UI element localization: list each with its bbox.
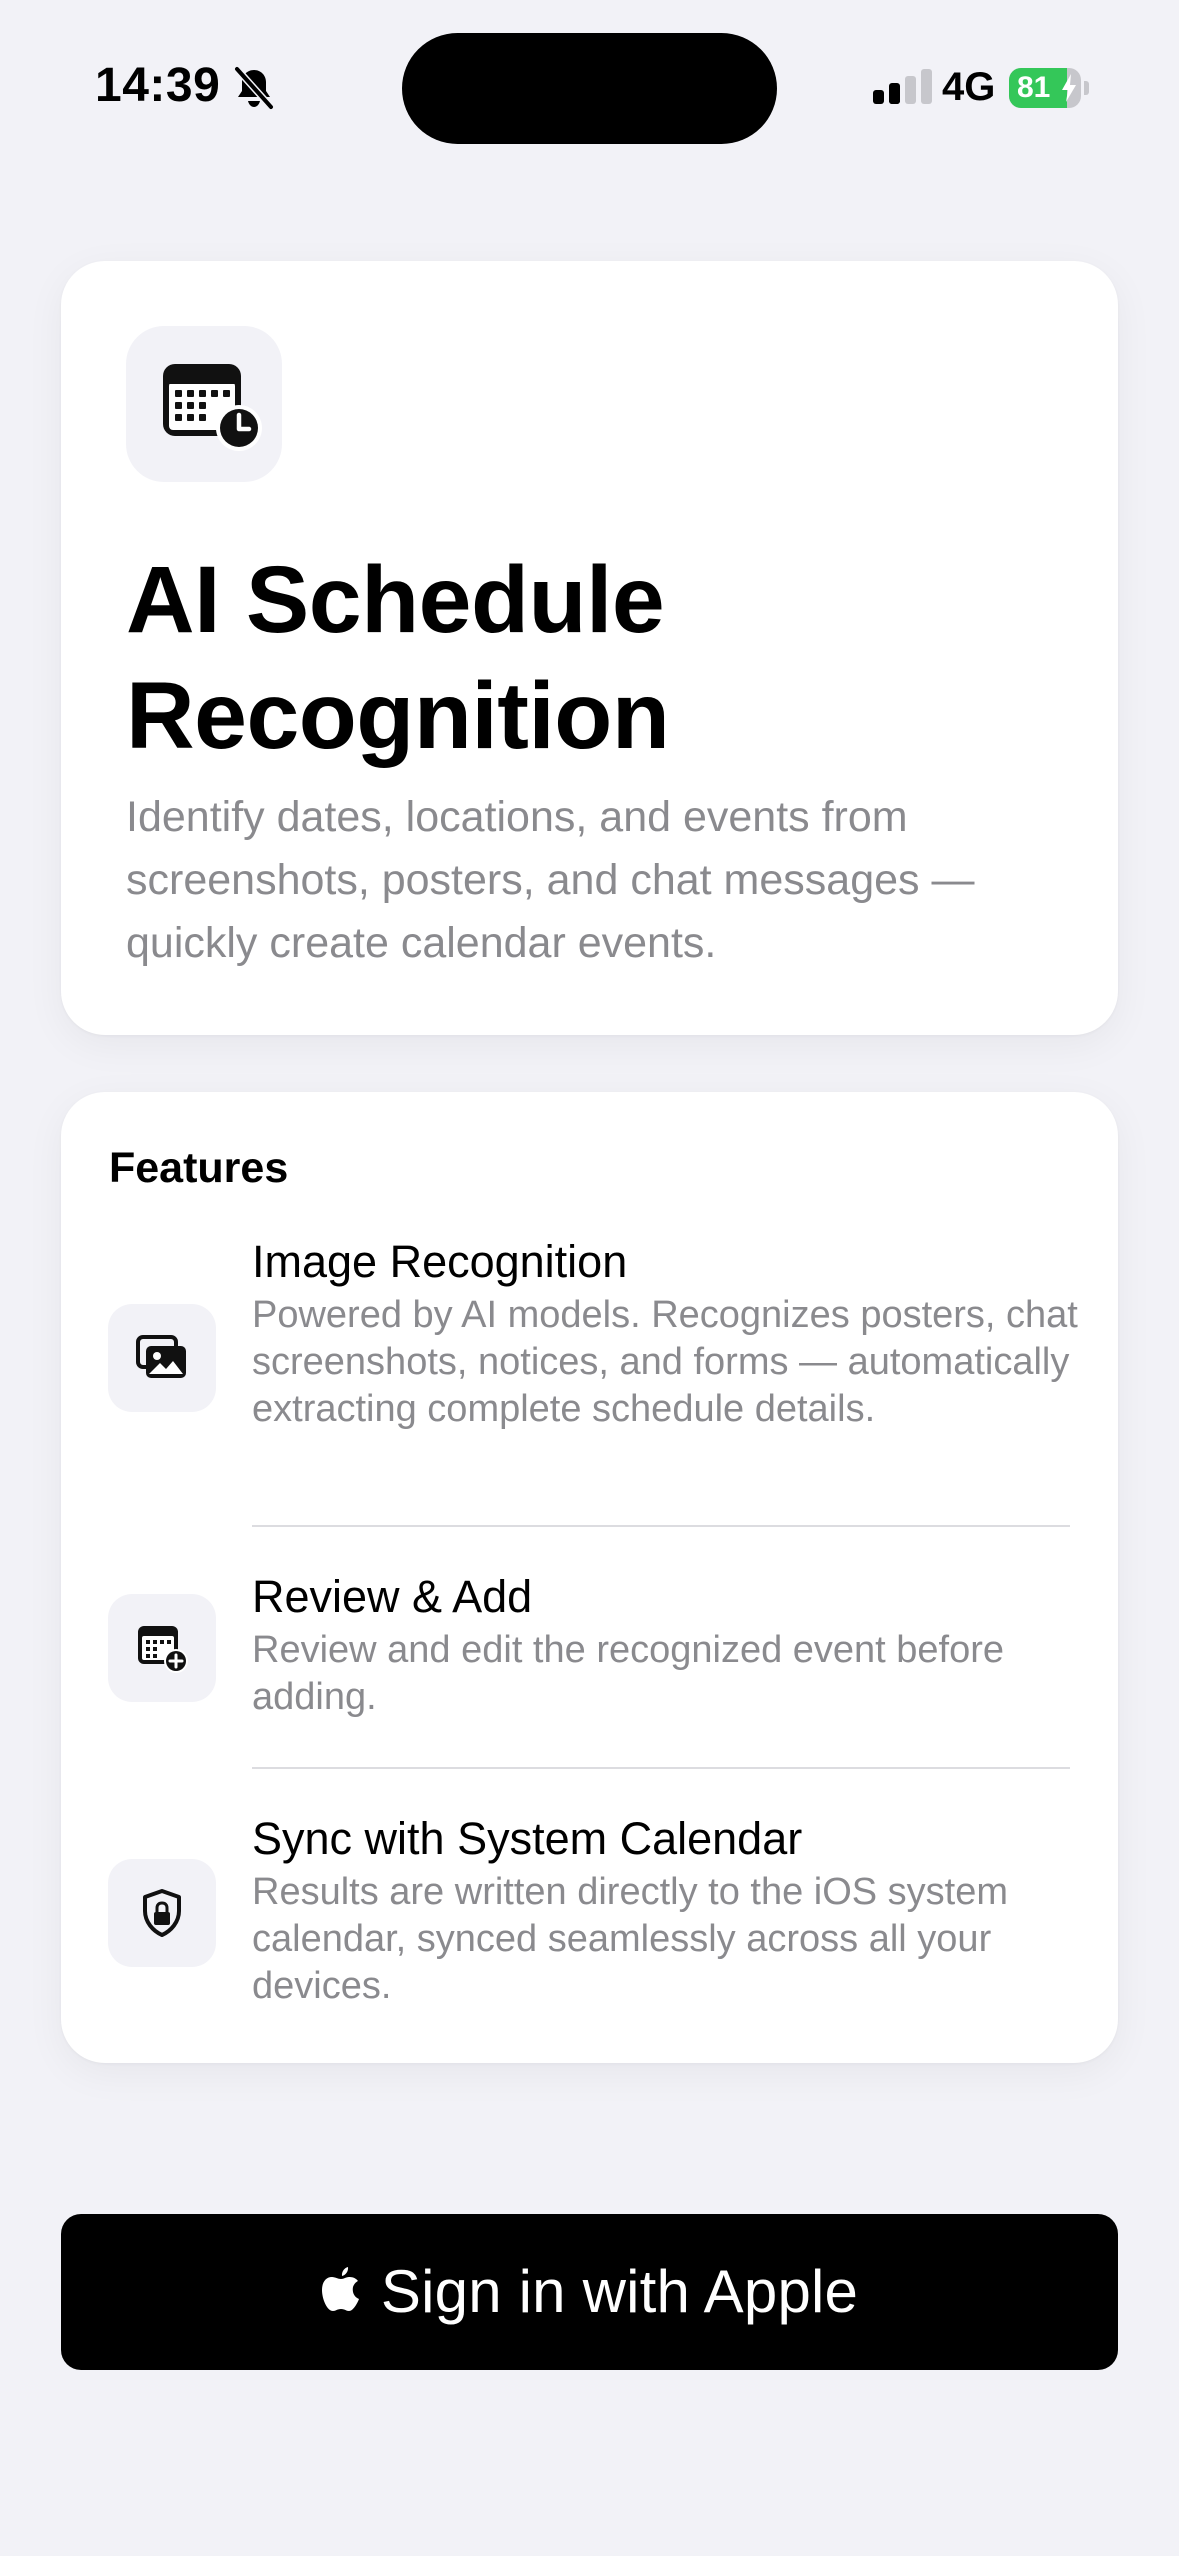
bell-slash-icon <box>233 66 275 110</box>
apple-logo-icon <box>321 2267 359 2311</box>
feature-title: Review & Add <box>252 1571 533 1622</box>
page-subtitle: Identify dates, locations, and events fr… <box>126 793 975 967</box>
sign-in-label: Sign in with Apple <box>380 2258 859 2325</box>
feature-icon-tile <box>108 1304 216 1412</box>
feature-icon-tile <box>108 1594 216 1702</box>
bolt-icon <box>1062 74 1076 102</box>
feature-description: Review and edit the recognized event bef… <box>252 1629 1005 1718</box>
feature-title: Image Recognition <box>252 1236 628 1287</box>
network-type: 4G <box>942 65 996 109</box>
features-heading: Features <box>109 1144 289 1192</box>
feature-description: Results are written directly to the iOS … <box>252 1871 1009 2007</box>
calendar-clock-icon <box>163 364 262 451</box>
signal-bars-icon <box>873 69 932 104</box>
feature-description: Powered by AI models. Recognizes posters… <box>252 1294 1078 1430</box>
hero-card: AI Schedule Recognition Identify dates, … <box>61 261 1118 1035</box>
divider <box>252 1767 1070 1769</box>
dynamic-island <box>402 33 777 144</box>
calendar-add-icon <box>138 1626 188 1673</box>
feature-icon-tile <box>108 1859 216 1967</box>
photos-icon <box>136 1335 186 1378</box>
status-bar: 14:39 4G 81 <box>0 0 1179 150</box>
lock-shield-icon <box>143 1889 181 1937</box>
hero-icon-tile <box>126 326 282 482</box>
page-title: AI Schedule Recognition <box>126 547 670 769</box>
welcome-screen: 14:39 4G 81 AI Schedule Recognition Iden… <box>0 0 1179 2556</box>
feature-title: Sync with System Calendar <box>252 1813 803 1864</box>
sign-in-with-apple-button[interactable]: Sign in with Apple <box>61 2214 1118 2370</box>
battery-cap <box>1084 81 1089 95</box>
status-time: 14:39 <box>95 59 221 112</box>
divider <box>252 1525 1070 1527</box>
battery-charging-icon: 81 <box>1009 68 1089 108</box>
features-card: Features Image Recognition Powered by AI… <box>61 1092 1118 2063</box>
